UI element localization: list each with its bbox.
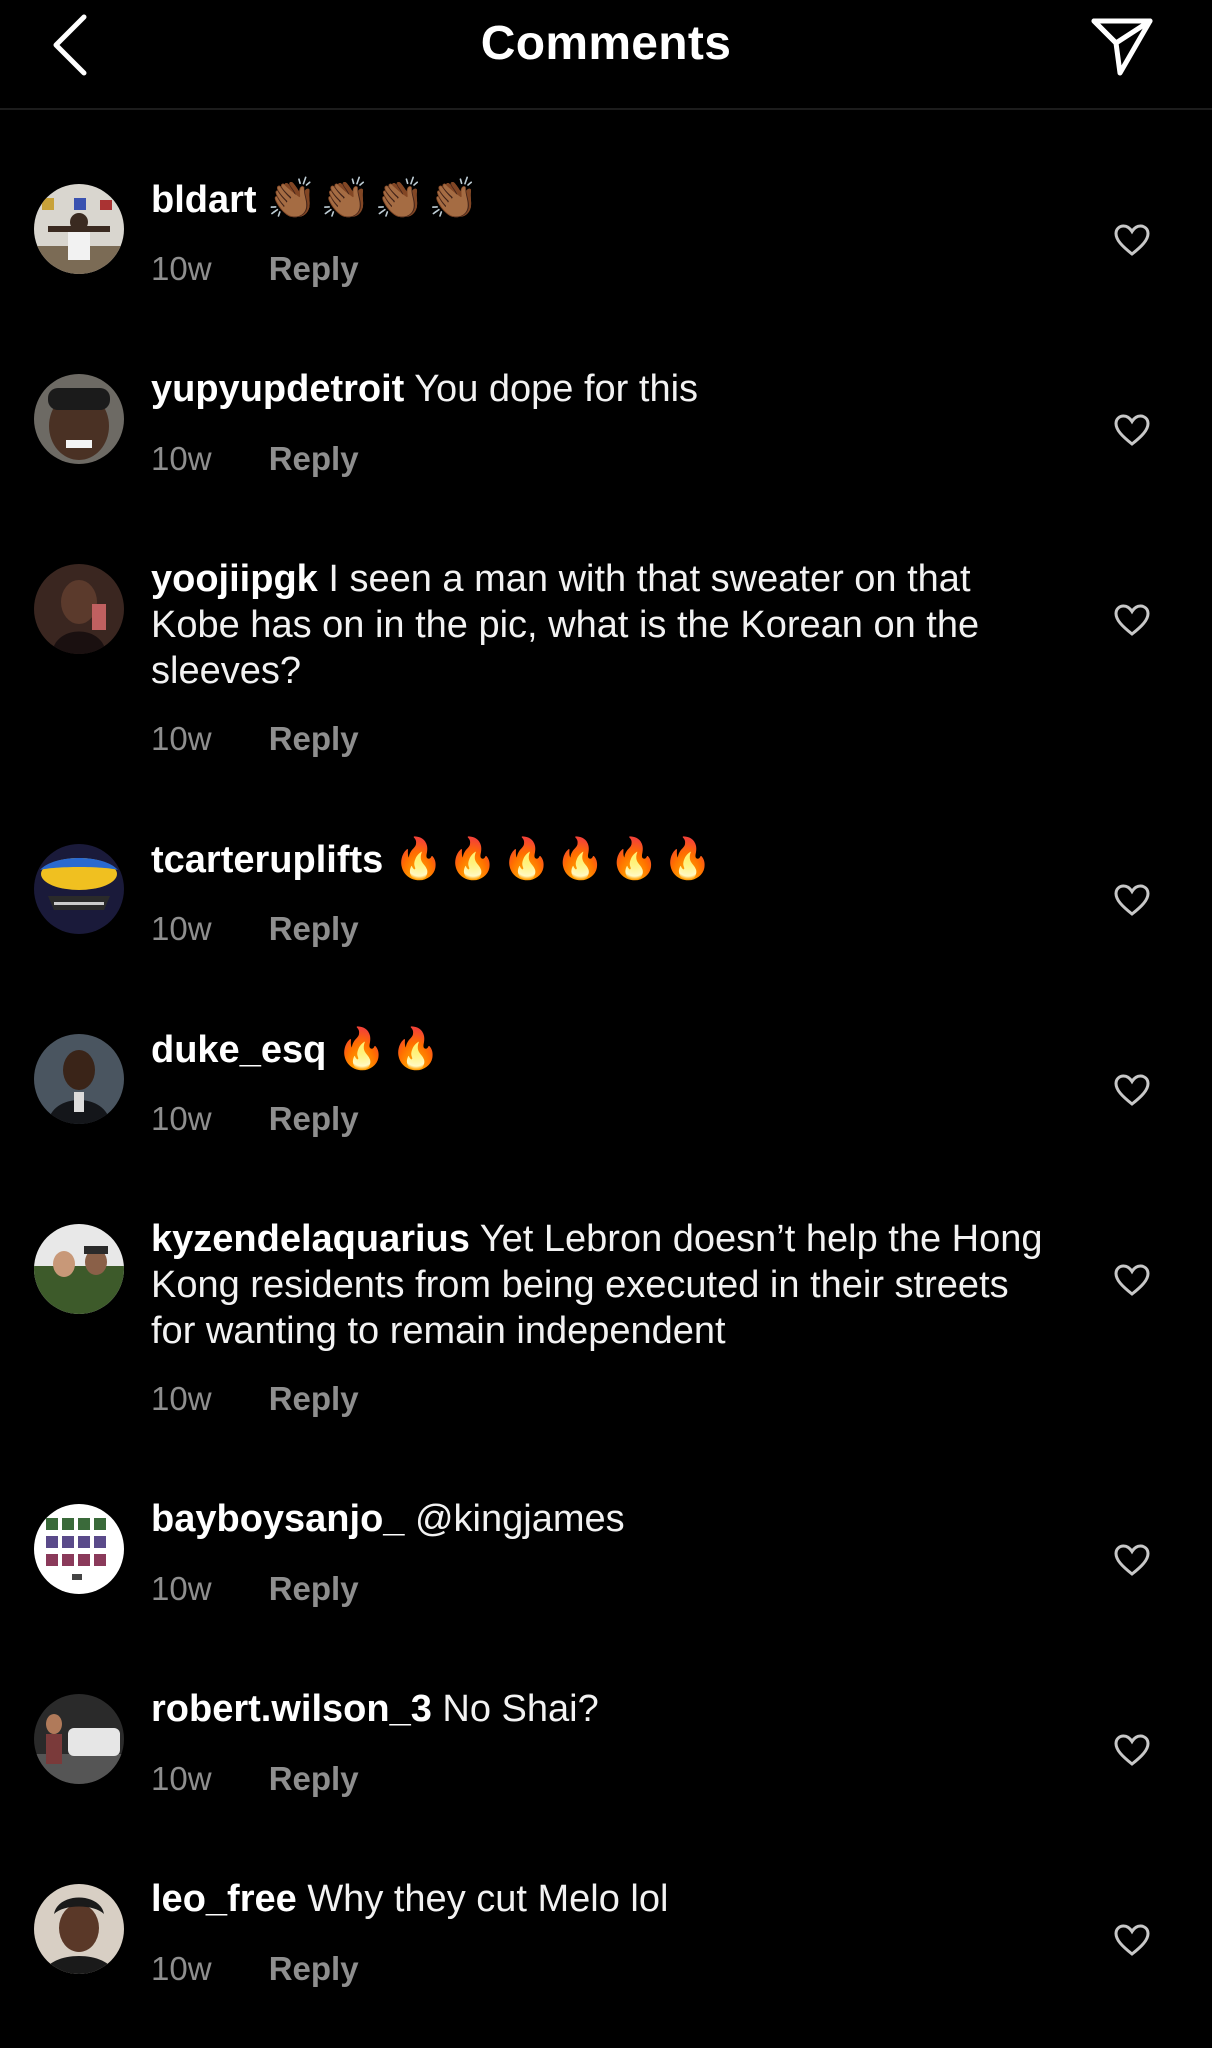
avatar[interactable] [34, 374, 124, 464]
like-button[interactable] [1112, 220, 1152, 260]
mention-link[interactable]: @kingjames [415, 1498, 625, 1540]
paper-plane-icon [1091, 18, 1153, 76]
heart-icon [1114, 884, 1150, 916]
heart-icon [1114, 1734, 1150, 1766]
timestamp: 10w [151, 440, 212, 477]
page-title: Comments [480, 17, 732, 70]
comment-body: Why they cut Melo lol [307, 1878, 669, 1920]
share-button[interactable] [1082, 12, 1162, 82]
reply-button[interactable]: Reply [269, 1570, 359, 1607]
timestamp: 10w [151, 1100, 212, 1137]
avatar[interactable] [34, 1034, 124, 1124]
comment-meta: 10w Reply [151, 1380, 359, 1418]
reply-button[interactable]: Reply [269, 1760, 359, 1797]
reply-button[interactable]: Reply [269, 440, 359, 477]
heart-icon [1114, 1264, 1150, 1296]
reply-button[interactable]: Reply [269, 720, 359, 757]
like-button[interactable] [1112, 410, 1152, 450]
reply-button[interactable]: Reply [269, 1950, 359, 1987]
reply-button[interactable]: Reply [269, 1100, 359, 1137]
username[interactable]: bayboysanjo_ [151, 1498, 404, 1540]
timestamp: 10w [151, 720, 212, 757]
username[interactable]: yoojiipgk [151, 558, 318, 600]
username[interactable]: bldart [151, 179, 257, 221]
comment-emoji: 🔥🔥 [336, 1027, 445, 1071]
username[interactable]: yupyupdetroit [151, 368, 404, 410]
comment-text: kyzendelaquarius Yet Lebron doesn’t help… [151, 1216, 1051, 1354]
username[interactable]: leo_free [151, 1878, 297, 1920]
timestamp: 10w [151, 1950, 212, 1987]
heart-icon [1114, 1544, 1150, 1576]
comment-meta: 10w Reply [151, 440, 359, 478]
avatar[interactable] [34, 1694, 124, 1784]
comment-text: leo_free Why they cut Melo lol [151, 1876, 1051, 1922]
comment-text: yupyupdetroit You dope for this [151, 366, 1051, 412]
like-button[interactable] [1112, 600, 1152, 640]
username[interactable]: duke_esq [151, 1029, 326, 1071]
comment-meta: 10w Reply [151, 720, 359, 758]
avatar[interactable] [34, 1224, 124, 1314]
comment-text: bayboysanjo_ @kingjames [151, 1496, 1051, 1542]
heart-icon [1114, 1924, 1150, 1956]
heart-icon [1114, 604, 1150, 636]
comment-emoji: 🔥🔥🔥🔥🔥🔥 [393, 837, 717, 881]
like-button[interactable] [1112, 880, 1152, 920]
timestamp: 10w [151, 250, 212, 287]
like-button[interactable] [1112, 1920, 1152, 1960]
like-button[interactable] [1112, 1260, 1152, 1300]
header-bar: Comments [0, 0, 1212, 110]
timestamp: 10w [151, 1380, 212, 1417]
username[interactable]: tcarteruplifts [151, 839, 383, 881]
comment-meta: 10w Reply [151, 1760, 359, 1798]
comment-body: You dope for this [414, 368, 699, 410]
timestamp: 10w [151, 910, 212, 947]
timestamp: 10w [151, 1760, 212, 1797]
avatar[interactable] [34, 1504, 124, 1594]
comment-text: bldart 👏🏾👏🏾👏🏾👏🏾 [151, 176, 1051, 223]
comment-body: No Shai? [442, 1688, 599, 1730]
reply-button[interactable]: Reply [269, 1380, 359, 1417]
heart-icon [1114, 414, 1150, 446]
avatar[interactable] [34, 844, 124, 934]
avatar[interactable] [34, 184, 124, 274]
avatar[interactable] [34, 564, 124, 654]
comment-text: yoojiipgk I seen a man with that sweater… [151, 556, 1051, 694]
comment-meta: 10w Reply [151, 910, 359, 948]
like-button[interactable] [1112, 1070, 1152, 1110]
comment-emoji: 👏🏾👏🏾👏🏾👏🏾 [267, 177, 483, 221]
comment-text: robert.wilson_3 No Shai? [151, 1686, 1051, 1732]
comment-meta: 10w Reply [151, 1570, 359, 1608]
comment-meta: 10w Reply [151, 250, 359, 288]
username[interactable]: robert.wilson_3 [151, 1688, 432, 1730]
comment-text: duke_esq 🔥🔥 [151, 1026, 1051, 1073]
heart-icon [1114, 224, 1150, 256]
username[interactable]: kyzendelaquarius [151, 1218, 470, 1260]
comment-meta: 10w Reply [151, 1950, 359, 1988]
like-button[interactable] [1112, 1730, 1152, 1770]
like-button[interactable] [1112, 1540, 1152, 1580]
comment-text: tcarteruplifts 🔥🔥🔥🔥🔥🔥 [151, 836, 1051, 883]
reply-button[interactable]: Reply [269, 910, 359, 947]
timestamp: 10w [151, 1570, 212, 1607]
reply-button[interactable]: Reply [269, 250, 359, 287]
comment-meta: 10w Reply [151, 1100, 359, 1138]
heart-icon [1114, 1074, 1150, 1106]
avatar[interactable] [34, 1884, 124, 1974]
